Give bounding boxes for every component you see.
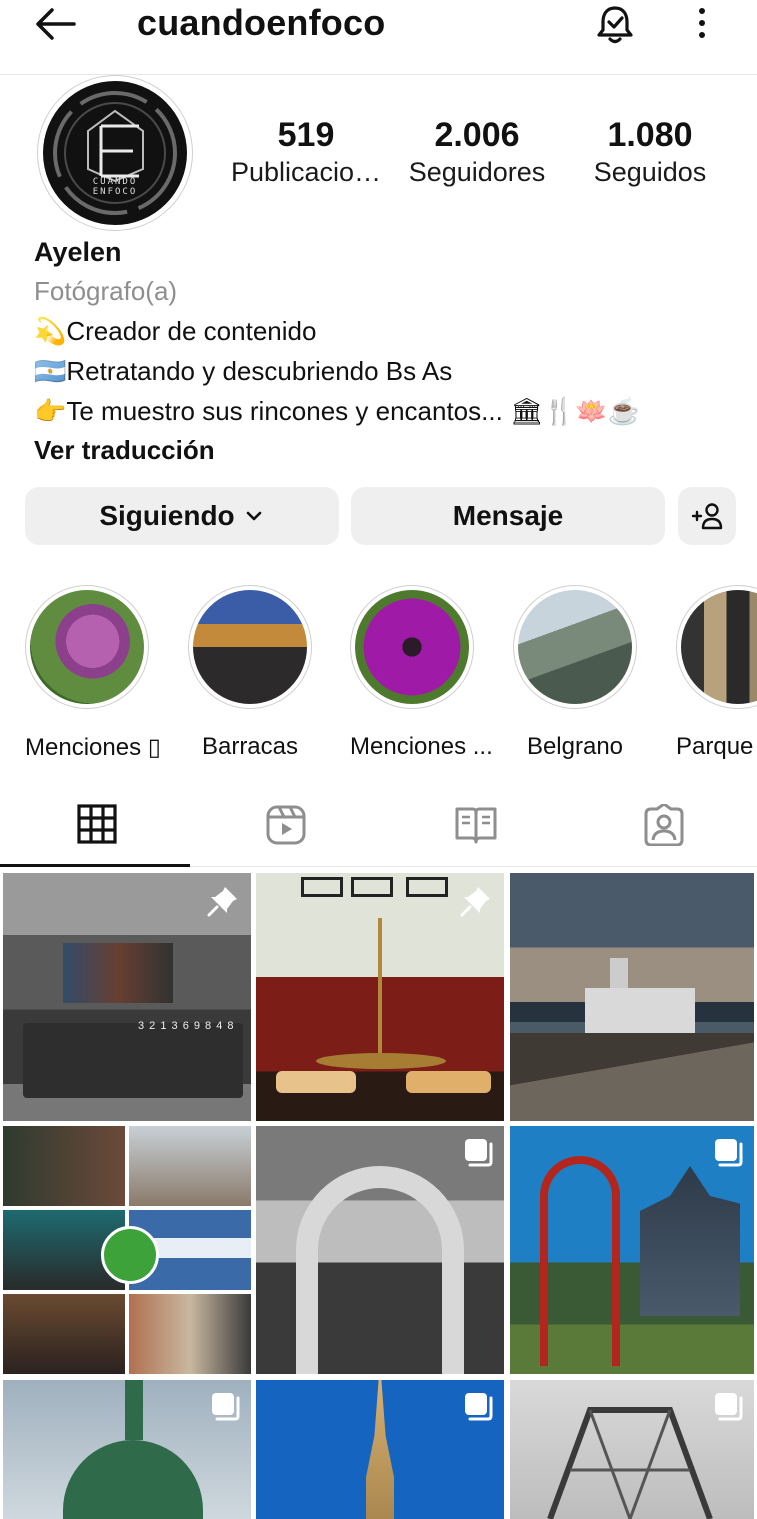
tea-tray bbox=[316, 1053, 446, 1069]
collage-piece bbox=[3, 1294, 125, 1374]
pin-icon bbox=[207, 885, 239, 922]
bread-plate bbox=[406, 1071, 491, 1093]
pier-tower bbox=[610, 958, 628, 988]
post-tile[interactable] bbox=[256, 1380, 504, 1519]
highlight-image bbox=[518, 590, 632, 704]
highlight-4[interactable]: Belgrano bbox=[513, 585, 637, 761]
following-button[interactable]: Siguiendo bbox=[25, 487, 339, 545]
frame bbox=[351, 877, 393, 897]
highlight-label: Menciones ... bbox=[350, 733, 493, 760]
multiple-photos-icon bbox=[712, 1390, 744, 1427]
stat-posts[interactable]: 519 Publicacio… bbox=[216, 115, 396, 189]
post-tile[interactable] bbox=[510, 873, 754, 1121]
highlight-5[interactable]: Parque P bbox=[676, 585, 757, 765]
stat-followers[interactable]: 2.006 Seguidores bbox=[387, 115, 567, 189]
post-tile[interactable] bbox=[510, 1380, 754, 1519]
avatar[interactable]: CUANDO ENFOCO bbox=[43, 81, 187, 225]
highlight-image bbox=[30, 590, 144, 704]
followers-label: Seguidores bbox=[408, 157, 546, 187]
highlight-image bbox=[355, 590, 469, 704]
add-person-icon bbox=[691, 503, 723, 530]
avatar-text-2: ENFOCO bbox=[92, 187, 138, 197]
bio-line-3: 👉Te muestro sus rincones y encantos... 🏛… bbox=[34, 396, 641, 426]
frame bbox=[406, 877, 448, 897]
post-tile[interactable]: 3 2 1 3 6 9 8 4 8 bbox=[3, 873, 251, 1121]
following-count: 1.080 bbox=[607, 116, 693, 154]
truck-body bbox=[23, 1023, 243, 1098]
post-tile[interactable] bbox=[256, 873, 504, 1121]
profile-name: Ayelen bbox=[34, 237, 122, 267]
collage-piece bbox=[129, 1126, 251, 1206]
stat-following[interactable]: 1.080 Seguidos bbox=[560, 115, 740, 189]
highlight-ring bbox=[676, 585, 757, 709]
post-tile[interactable] bbox=[3, 1380, 251, 1519]
add-person-button[interactable] bbox=[678, 487, 736, 545]
highlight-3[interactable]: Menciones ... bbox=[350, 585, 493, 761]
posts-grid: 3 2 1 3 6 9 8 4 8 bbox=[0, 870, 757, 1519]
post-tile[interactable] bbox=[510, 1126, 754, 1374]
profile-tabs bbox=[0, 790, 757, 867]
truck-plate: 3 2 1 3 6 9 8 4 8 bbox=[138, 1020, 235, 1032]
post-tile[interactable] bbox=[3, 1126, 251, 1374]
highlight-1[interactable]: Menciones ▯ bbox=[25, 585, 161, 762]
pin-icon bbox=[460, 885, 492, 922]
bread-plate bbox=[276, 1071, 356, 1093]
bridge-structure bbox=[547, 1407, 713, 1519]
highlight-label: Barracas bbox=[201, 733, 299, 760]
highlight-image bbox=[681, 590, 757, 704]
multiple-photos-icon bbox=[462, 1136, 494, 1173]
active-tab-indicator bbox=[0, 864, 190, 867]
highlight-ring bbox=[188, 585, 312, 709]
top-bar: cuandoenfoco bbox=[0, 0, 757, 75]
profile-username: cuandoenfoco bbox=[137, 2, 386, 43]
post-tile[interactable] bbox=[256, 1126, 504, 1374]
more-vertical-icon[interactable] bbox=[690, 6, 714, 40]
pier-deck bbox=[510, 1033, 754, 1121]
guides-icon[interactable] bbox=[454, 804, 498, 851]
highlight-label: Parque P bbox=[676, 733, 757, 760]
tea-stand bbox=[378, 918, 382, 1058]
highlight-ring bbox=[513, 585, 637, 709]
multiple-photos-icon bbox=[209, 1390, 241, 1427]
posts-label: Publicacio… bbox=[230, 157, 382, 187]
highlight-label: Menciones ▯ bbox=[25, 734, 161, 761]
arrow-left-icon[interactable] bbox=[32, 4, 78, 44]
following-label: Siguiendo bbox=[99, 500, 235, 531]
following-label: Seguidos bbox=[593, 157, 707, 187]
highlight-2[interactable]: Barracas bbox=[188, 585, 312, 761]
badge-seal bbox=[101, 1226, 159, 1284]
bio-line-1: 💫Creador de contenido bbox=[34, 316, 317, 346]
multiple-photos-icon bbox=[712, 1136, 744, 1173]
castle bbox=[640, 1166, 740, 1316]
frame bbox=[301, 877, 343, 897]
collage-piece bbox=[3, 1126, 125, 1206]
red-gate bbox=[540, 1156, 620, 1366]
multiple-photos-icon bbox=[462, 1390, 494, 1427]
dome-spire bbox=[125, 1380, 143, 1440]
arch bbox=[296, 1166, 464, 1374]
message-label: Mensaje bbox=[452, 500, 564, 531]
truck-mural bbox=[63, 943, 173, 1003]
collage-piece bbox=[129, 1294, 251, 1374]
grid-icon[interactable] bbox=[77, 804, 117, 849]
posts-count: 519 bbox=[277, 116, 335, 154]
highlight-ring bbox=[25, 585, 149, 709]
highlight-ring bbox=[350, 585, 474, 709]
camera-logo-icon bbox=[53, 91, 177, 215]
bio-line-2: 🇦🇷Retratando y descubriendo Bs As bbox=[34, 356, 453, 386]
chevron-down-icon bbox=[246, 511, 261, 521]
message-button[interactable]: Mensaje bbox=[351, 487, 665, 545]
reels-icon[interactable] bbox=[265, 804, 307, 851]
see-translation-link[interactable]: Ver traducción bbox=[34, 430, 215, 470]
highlight-image bbox=[193, 590, 307, 704]
followers-count: 2.006 bbox=[434, 116, 520, 154]
tower bbox=[366, 1380, 394, 1519]
tagged-icon[interactable] bbox=[643, 802, 685, 851]
avatar-text-1: CUANDO bbox=[92, 177, 138, 187]
pier-building bbox=[585, 988, 695, 1033]
bell-check-icon[interactable] bbox=[594, 3, 636, 45]
profile-category: Fotógrafo(a) bbox=[34, 276, 178, 306]
highlight-label: Belgrano bbox=[526, 733, 624, 760]
green-dome bbox=[63, 1440, 203, 1519]
